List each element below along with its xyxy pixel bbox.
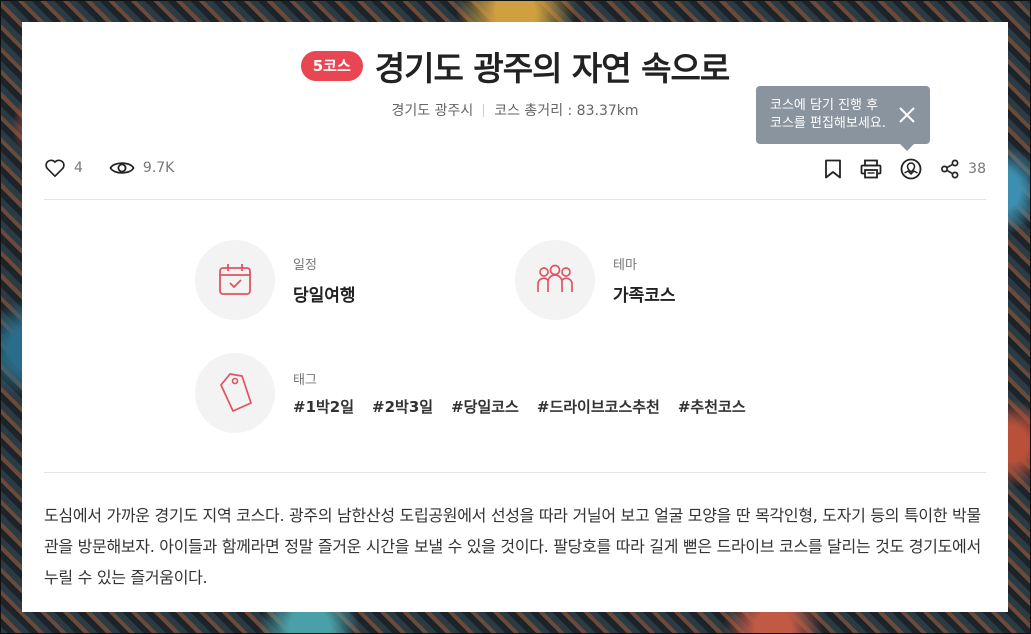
tag-link[interactable]: #2박3일 bbox=[372, 396, 433, 417]
action-bar: 38 bbox=[824, 158, 986, 180]
close-icon[interactable] bbox=[898, 106, 916, 124]
schedule-value: 당일여행 bbox=[293, 286, 356, 306]
subtitle-divider bbox=[483, 103, 485, 117]
schedule-info: 일정 당일여행 bbox=[195, 240, 356, 320]
share-count: 38 bbox=[968, 161, 986, 177]
like-button[interactable]: 4 bbox=[44, 158, 83, 178]
course-description: 도심에서 가까운 경기도 지역 코스다. 광주의 남한산성 도립공원에서 선성을… bbox=[44, 506, 981, 587]
tag-link[interactable]: #추천코스 bbox=[678, 396, 746, 417]
course-tooltip: 코스에 담기 진행 후 코스를 편집해보세요. bbox=[756, 86, 930, 151]
view-count: 9.7K bbox=[142, 160, 175, 176]
page-title: 경기도 광주의 자연 속으로 bbox=[374, 49, 730, 88]
share-icon bbox=[941, 159, 959, 179]
tag-link[interactable]: #당일코스 bbox=[451, 396, 519, 417]
tag-info: 태그 #1박2일 #2박3일 #당일코스 #드라이브코스추천 #추천코스 bbox=[195, 353, 746, 433]
print-icon[interactable] bbox=[860, 159, 882, 179]
tag-label: 태그 bbox=[293, 373, 317, 388]
top-divider bbox=[44, 199, 986, 200]
theme-value: 가족코스 bbox=[613, 286, 676, 306]
tag-link[interactable]: #1박2일 bbox=[293, 396, 354, 417]
eye-icon bbox=[109, 162, 135, 174]
family-icon bbox=[537, 264, 573, 292]
tag-icon-circle bbox=[195, 353, 275, 433]
add-to-course-icon[interactable] bbox=[900, 158, 922, 180]
view-stat: 9.7K bbox=[109, 159, 174, 177]
schedule-icon-circle bbox=[195, 240, 275, 320]
bookmark-icon[interactable] bbox=[824, 159, 842, 179]
heart-icon bbox=[45, 159, 65, 177]
course-card: 5코스 경기도 광주의 자연 속으로 경기도 광주시 코스 총거리 : 83.3… bbox=[22, 22, 1008, 612]
stats-bar: 4 9.7K bbox=[44, 158, 200, 178]
theme-info: 테마 가족코스 bbox=[515, 240, 676, 320]
tooltip-line-2: 코스를 편집해보세요. bbox=[770, 116, 886, 131]
tag-link[interactable]: #드라이브코스추천 bbox=[537, 396, 660, 417]
calendar-icon bbox=[219, 264, 251, 295]
schedule-label: 일정 bbox=[293, 258, 317, 273]
course-number-badge: 5코스 bbox=[300, 51, 363, 81]
like-count: 4 bbox=[74, 160, 83, 176]
bottom-divider bbox=[44, 472, 986, 473]
title-row: 5코스 경기도 광주의 자연 속으로 bbox=[22, 42, 1008, 90]
tag-list: #1박2일 #2박3일 #당일코스 #드라이브코스추천 #추천코스 bbox=[293, 396, 746, 417]
tag-icon bbox=[220, 373, 252, 412]
distance-text: 코스 총거리 : 83.37km bbox=[494, 103, 639, 119]
tooltip-line-1: 코스에 담기 진행 후 bbox=[770, 98, 879, 113]
theme-icon-circle bbox=[515, 240, 595, 320]
region-text: 경기도 광주시 bbox=[391, 103, 474, 119]
share-button[interactable]: 38 bbox=[940, 159, 986, 179]
theme-label: 테마 bbox=[613, 258, 637, 273]
